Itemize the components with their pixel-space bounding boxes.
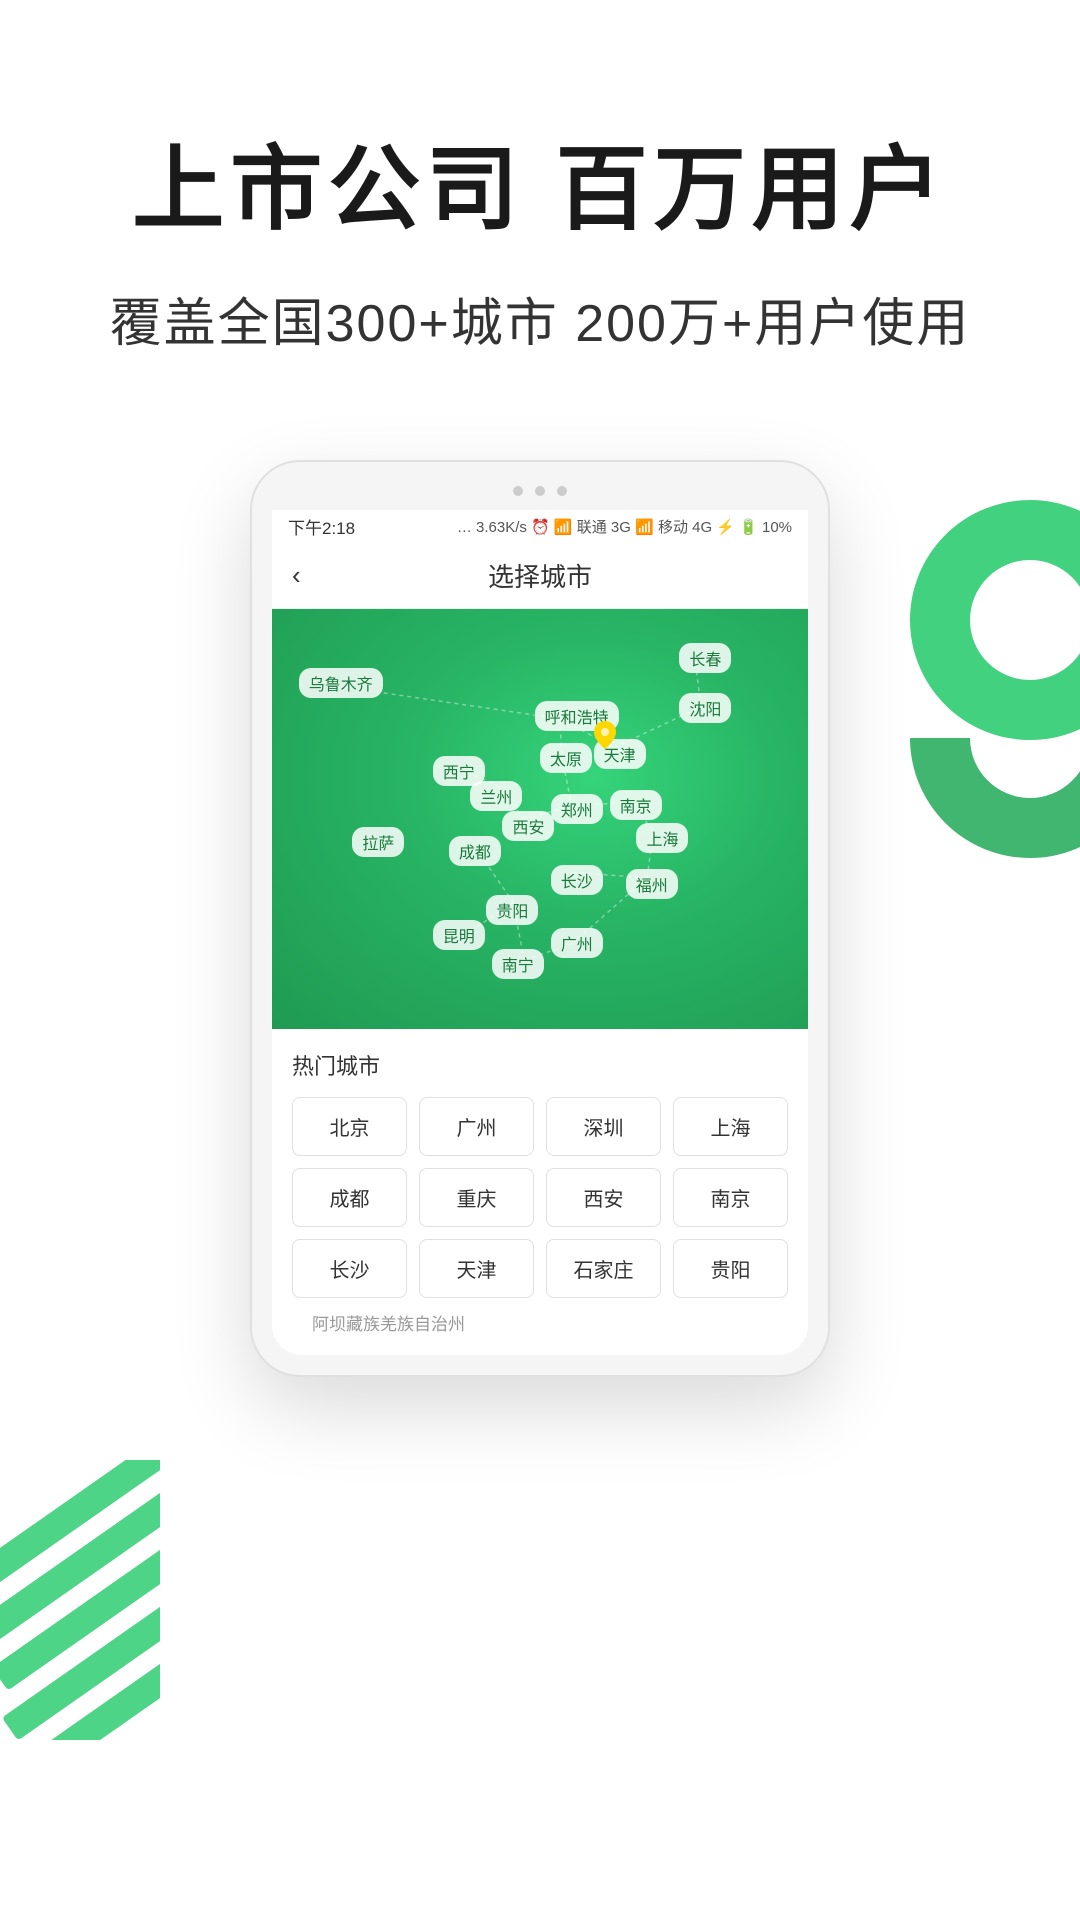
status-bar: 下午2:18 … 3.63K/s ⏰ 📶 联通 3G 📶 移动 4G ⚡ 🔋 1… [272,510,808,543]
city-label-nanjing[interactable]: 南京 [610,790,662,820]
city-grid: 北京 广州 深圳 上海 成都 重庆 西安 南京 长沙 天津 石家庄 贵阳 [292,1097,788,1298]
map-pin-icon [594,721,616,749]
city-label-shenyang[interactable]: 沈阳 [679,693,731,723]
city-chengdu[interactable]: 成都 [292,1168,407,1227]
city-guangzhou[interactable]: 广州 [419,1097,534,1156]
bottom-region-label: 阿坝藏族羌族自治州 [292,1298,788,1339]
map-area[interactable]: 乌鲁木齐 长春 沈阳 呼和浩特 天津 西宁 兰州 太原 西安 郑州 南京 上海 … [272,609,808,1029]
city-label-lanzhou[interactable]: 兰州 [470,781,522,811]
header-section: 上市公司 百万用户 覆盖全国300+城市 200万+用户使用 [0,0,1080,416]
city-shenzhen[interactable]: 深圳 [546,1097,661,1156]
city-label-fuzhou[interactable]: 福州 [626,869,678,899]
city-label-guangzhou[interactable]: 广州 [551,928,603,958]
city-label-kunming[interactable]: 昆明 [433,920,485,950]
city-label-zhengzhou[interactable]: 郑州 [551,794,603,824]
city-label-changsha[interactable]: 长沙 [551,865,603,895]
city-guiyang[interactable]: 贵阳 [673,1239,788,1298]
city-label-lasa[interactable]: 拉萨 [352,827,404,857]
phone-mockup-container: 下午2:18 … 3.63K/s ⏰ 📶 联通 3G 📶 移动 4G ⚡ 🔋 1… [250,460,830,1377]
city-label-chengdu[interactable]: 成都 [449,836,501,866]
city-changsha[interactable]: 长沙 [292,1239,407,1298]
city-label-urumqi[interactable]: 乌鲁木齐 [299,668,383,698]
subtitle: 覆盖全国300+城市 200万+用户使用 [80,281,1000,356]
city-label-changchun[interactable]: 长春 [679,643,731,673]
city-list-section: 热门城市 北京 广州 深圳 上海 成都 重庆 西安 南京 长沙 天津 石家庄 贵… [272,1029,808,1355]
city-label-shanghai[interactable]: 上海 [636,823,688,853]
city-label-nanning[interactable]: 南宁 [492,949,544,979]
app-header: ‹ 选择城市 [272,543,808,609]
phone-mockup: 下午2:18 … 3.63K/s ⏰ 📶 联通 3G 📶 移动 4G ⚡ 🔋 1… [250,460,830,1377]
status-network: … 3.63K/s ⏰ 📶 联通 3G 📶 移动 4G ⚡ 🔋 10% [457,516,792,537]
status-time: 下午2:18 [288,514,355,539]
city-nanjing[interactable]: 南京 [673,1168,788,1227]
city-tianjin[interactable]: 天津 [419,1239,534,1298]
city-label-taiyuan[interactable]: 太原 [540,743,592,773]
city-label-guiyang[interactable]: 贵阳 [486,895,538,925]
notch-dot [535,486,545,496]
phone-notch [272,482,808,500]
hot-cities-label: 热门城市 [292,1049,788,1081]
notch-dot [513,486,523,496]
city-shijiazhuang[interactable]: 石家庄 [546,1239,661,1298]
city-chongqing[interactable]: 重庆 [419,1168,534,1227]
main-title: 上市公司 百万用户 [80,140,1000,241]
city-shanghai[interactable]: 上海 [673,1097,788,1156]
city-xian[interactable]: 西安 [546,1168,661,1227]
city-label-xian[interactable]: 西安 [502,811,554,841]
city-beijing[interactable]: 北京 [292,1097,407,1156]
notch-dot [557,486,567,496]
back-button[interactable]: ‹ [292,560,301,591]
app-title: 选择城市 [488,557,592,594]
decorative-stripes [0,1460,160,1740]
